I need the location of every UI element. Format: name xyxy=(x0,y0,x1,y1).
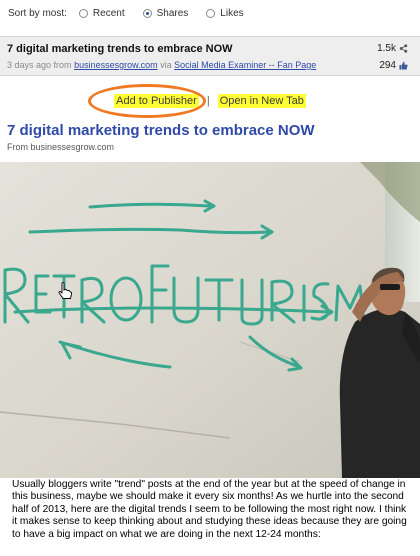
sort-option-recent[interactable]: Recent xyxy=(78,7,125,19)
item-actions: Add to Publisher | Open in New Tab xyxy=(0,92,420,110)
article-source: From businessesgrow.com xyxy=(7,142,115,152)
sort-option-shares[interactable]: Shares xyxy=(142,7,189,19)
radio-selected-icon[interactable] xyxy=(142,8,152,18)
article-photo xyxy=(0,162,420,478)
hand-cursor-icon xyxy=(58,282,72,299)
action-separator: | xyxy=(206,95,210,107)
sort-option-label: Shares xyxy=(156,7,189,19)
feed-item-title[interactable]: 7 digital marketing trends to embrace NO… xyxy=(7,43,233,55)
sort-option-label: Recent xyxy=(92,7,125,19)
radio-icon[interactable] xyxy=(206,8,216,18)
article-title[interactable]: 7 digital marketing trends to embrace NO… xyxy=(7,122,315,139)
thumbs-up-icon xyxy=(399,61,408,70)
share-count: 1.5k xyxy=(377,43,408,54)
via-text: via xyxy=(160,60,172,70)
open-in-new-tab-button[interactable]: Open in New Tab xyxy=(217,94,306,108)
source-link[interactable]: businessesgrow.com xyxy=(74,60,158,70)
sort-label: Sort by most: xyxy=(8,7,67,19)
sort-option-label: Likes xyxy=(220,7,244,19)
feed-item-row[interactable]: 7 digital marketing trends to embrace NO… xyxy=(0,36,420,76)
radio-icon[interactable] xyxy=(78,8,88,18)
sort-bar: Sort by most: Recent Shares Likes xyxy=(0,0,420,26)
sort-option-likes[interactable]: Likes xyxy=(206,7,244,19)
item-time: 3 days ago from xyxy=(7,60,72,70)
like-count-value: 294 xyxy=(379,60,396,71)
article-body: Usually bloggers write "trend" posts at … xyxy=(12,479,407,540)
share-count-value: 1.5k xyxy=(377,43,396,54)
highlight-circle-annotation xyxy=(88,84,206,118)
via-link[interactable]: Social Media Examiner -- Fan Page xyxy=(174,60,316,70)
feed-item-meta: 3 days ago from businessesgrow.com via S… xyxy=(7,60,316,70)
like-count: 294 xyxy=(379,60,408,71)
share-icon xyxy=(399,44,408,53)
